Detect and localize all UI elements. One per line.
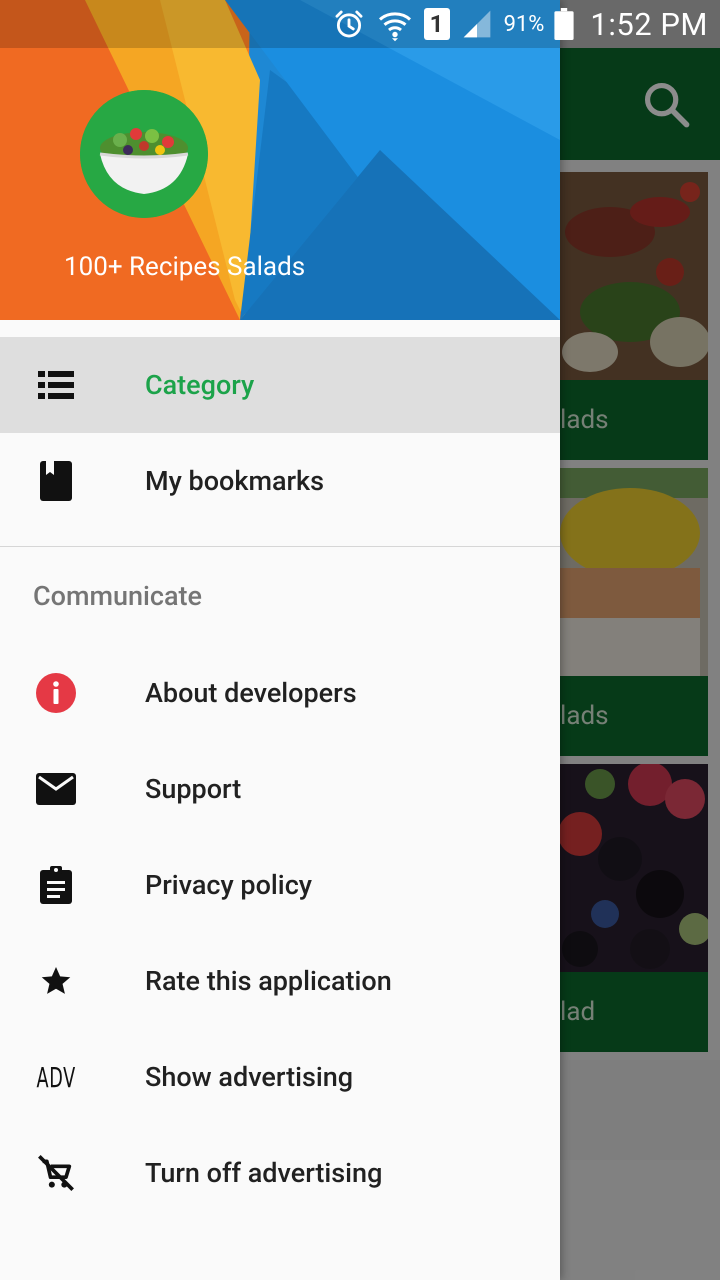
app-logo (80, 90, 208, 218)
navigation-drawer: 100+ Recipes Salads Category My bookmark… (0, 0, 560, 1280)
salad-bowl-icon (80, 90, 208, 218)
battery-percent: 91% (503, 11, 545, 37)
star-icon (36, 961, 76, 1001)
drawer-header: 100+ Recipes Salads (0, 0, 560, 320)
battery-icon (554, 8, 575, 40)
wifi-icon (378, 12, 411, 42)
bookmark-icon (36, 461, 76, 501)
menu-label: About developers (145, 677, 357, 709)
sim-slot-number: 1 (429, 10, 444, 38)
menu-item-show-advertising[interactable]: ADV Show advertising (0, 1029, 560, 1125)
list-icon (36, 365, 76, 405)
menu-label: Rate this application (145, 965, 392, 997)
signal-icon (463, 10, 490, 38)
status-bar: 1 91% 1:52 PM (0, 0, 720, 48)
clock: 1:52 PM (590, 5, 708, 43)
adv-icon-text: ADV (36, 1060, 76, 1094)
adv-icon: ADV (36, 1057, 76, 1097)
menu-item-about-developers[interactable]: About developers (0, 645, 560, 741)
menu-item-privacy-policy[interactable]: Privacy policy (0, 837, 560, 933)
menu-item-support[interactable]: Support (0, 741, 560, 837)
menu-label: Support (145, 773, 242, 805)
drawer-menu: Category My bookmarks Communicate About … (0, 337, 560, 1221)
menu-label: My bookmarks (145, 465, 325, 497)
menu-item-bookmarks[interactable]: My bookmarks (0, 433, 560, 529)
menu-label: Show advertising (145, 1061, 354, 1093)
mail-icon (36, 769, 76, 809)
alarm-icon (335, 10, 363, 38)
info-icon (36, 673, 76, 713)
app-name: 100+ Recipes Salads (64, 252, 306, 282)
clipboard-icon (36, 865, 76, 905)
menu-label: Category (145, 369, 255, 401)
section-title-communicate: Communicate (33, 580, 203, 612)
menu-item-category[interactable]: Category (0, 337, 560, 433)
menu-item-turn-off-advertising[interactable]: Turn off advertising (0, 1125, 560, 1221)
menu-item-rate-app[interactable]: Rate this application (0, 933, 560, 1029)
status-icons: 1 91% 1:52 PM (332, 0, 708, 48)
menu-label: Privacy policy (145, 869, 313, 901)
remove-cart-icon (36, 1153, 76, 1193)
menu-label: Turn off advertising (145, 1157, 383, 1189)
sim-icon: 1 (423, 8, 450, 40)
